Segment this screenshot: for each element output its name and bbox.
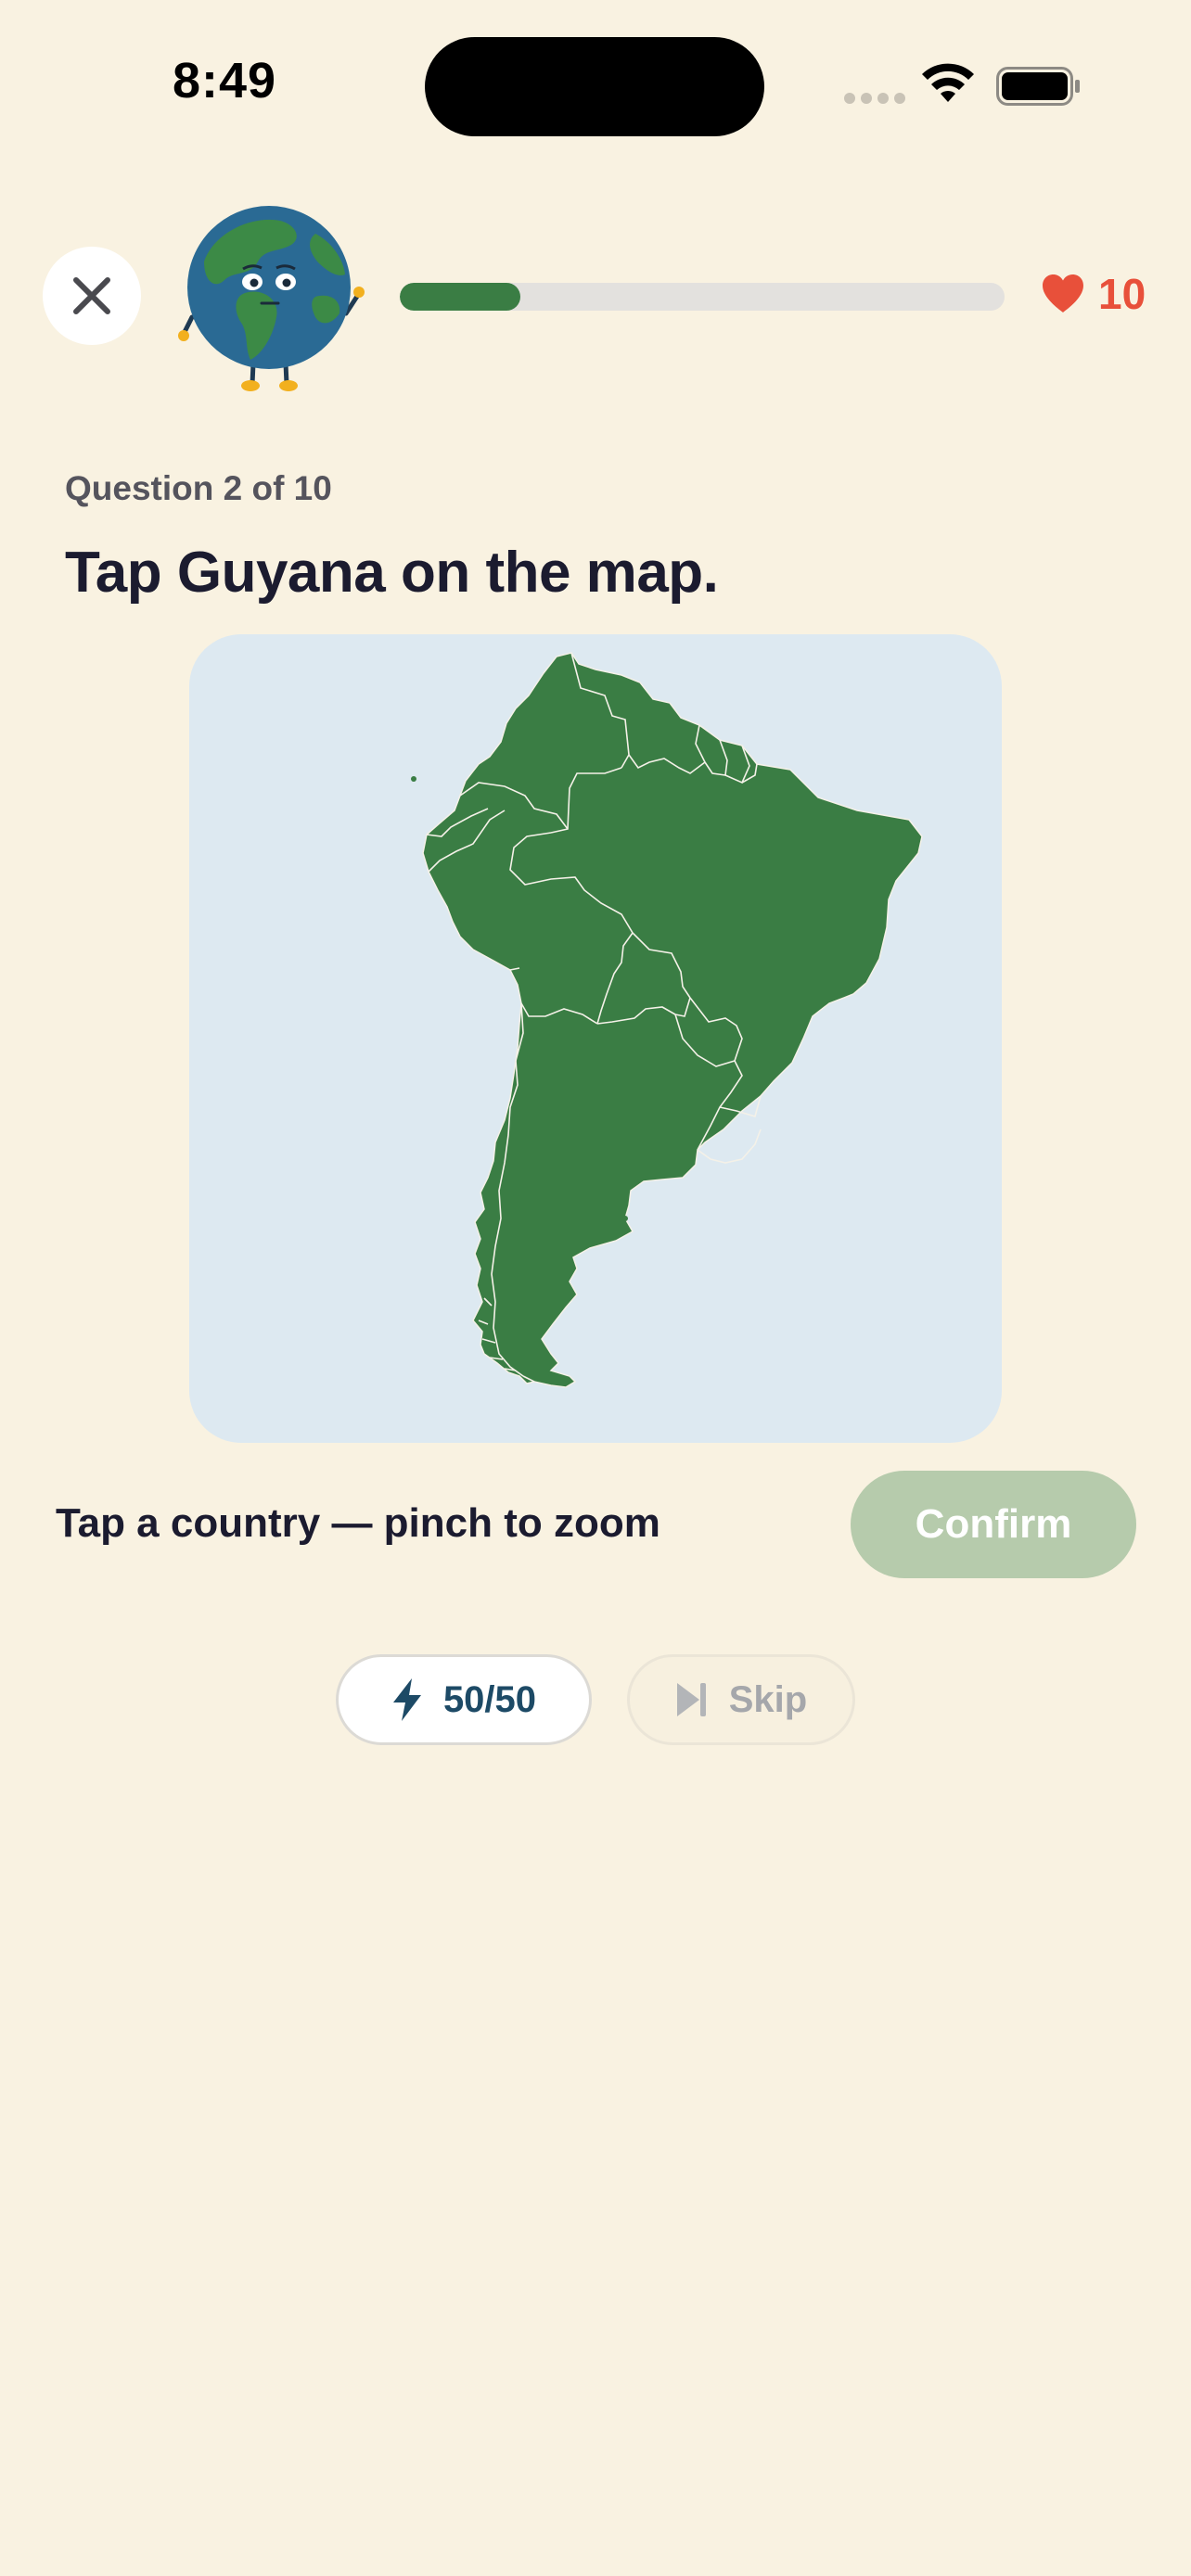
galapagos-islands[interactable]	[411, 776, 416, 782]
map-canvas[interactable]	[189, 634, 1002, 1443]
close-icon	[73, 277, 110, 314]
status-time: 8:49	[173, 53, 277, 108]
skip-button[interactable]: Skip	[627, 1654, 855, 1745]
question-counter: Question 2 of 10	[65, 469, 332, 507]
skip-label: Skip	[728, 1678, 808, 1720]
dynamic-island	[425, 37, 764, 136]
quiz-progress-bar	[400, 283, 1005, 311]
fifty-fifty-label: 50/50	[442, 1678, 537, 1720]
skip-icon	[676, 1683, 706, 1716]
earth-mascot-icon	[176, 197, 371, 402]
lives-indicator: 10	[1041, 269, 1146, 319]
battery-icon	[996, 67, 1082, 110]
cellular-signal-icon	[844, 93, 905, 104]
question-prompt: Tap Guyana on the map.	[65, 541, 719, 605]
confirm-button[interactable]: Confirm	[851, 1471, 1136, 1578]
close-button[interactable]	[43, 247, 141, 345]
quiz-progress-fill	[400, 283, 521, 311]
lightning-icon	[392, 1678, 421, 1721]
wifi-icon	[920, 61, 976, 108]
lives-count: 10	[1098, 270, 1146, 318]
small-island[interactable]	[622, 1216, 628, 1221]
map-hint: Tap a country — pinch to zoom	[56, 1500, 660, 1546]
heart-icon	[1043, 274, 1083, 312]
fifty-fifty-button[interactable]: 50/50	[336, 1654, 592, 1745]
